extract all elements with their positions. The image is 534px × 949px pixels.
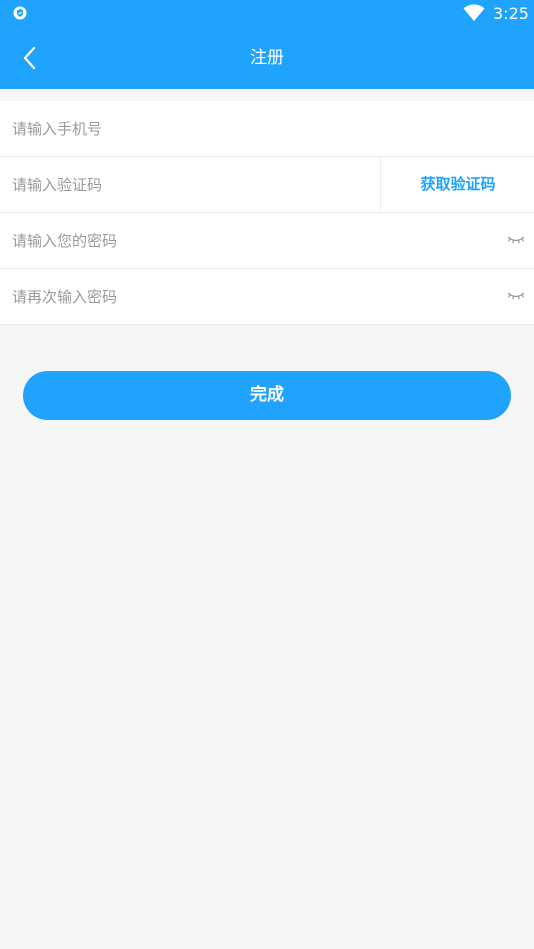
password-input[interactable] [12, 213, 492, 268]
password-confirm-input[interactable] [12, 269, 492, 324]
wifi-icon [463, 4, 485, 21]
page-title: 注册 [250, 48, 284, 68]
eye-closed-icon[interactable] [506, 232, 526, 248]
verification-code-input[interactable] [12, 157, 362, 212]
password-confirm-row [0, 269, 534, 325]
done-button[interactable]: 完成 [23, 371, 511, 420]
phone-input[interactable] [12, 101, 492, 156]
register-form: 获取验证码 [0, 101, 534, 325]
chevron-left-icon[interactable] [14, 42, 46, 74]
eye-closed-icon[interactable] [506, 288, 526, 304]
status-bar: 3:25 [0, 0, 534, 28]
phone-row [0, 101, 534, 157]
shield-icon [13, 6, 27, 20]
password-row [0, 213, 534, 269]
get-code-button[interactable]: 获取验证码 [380, 157, 534, 212]
app-bar: 3:25 注册 [0, 0, 534, 89]
code-row: 获取验证码 [0, 157, 534, 213]
nav-bar: 注册 [0, 28, 534, 89]
status-time: 3:25 [493, 4, 529, 23]
register-screen: 3:25 注册 获取验证码 [0, 0, 534, 949]
